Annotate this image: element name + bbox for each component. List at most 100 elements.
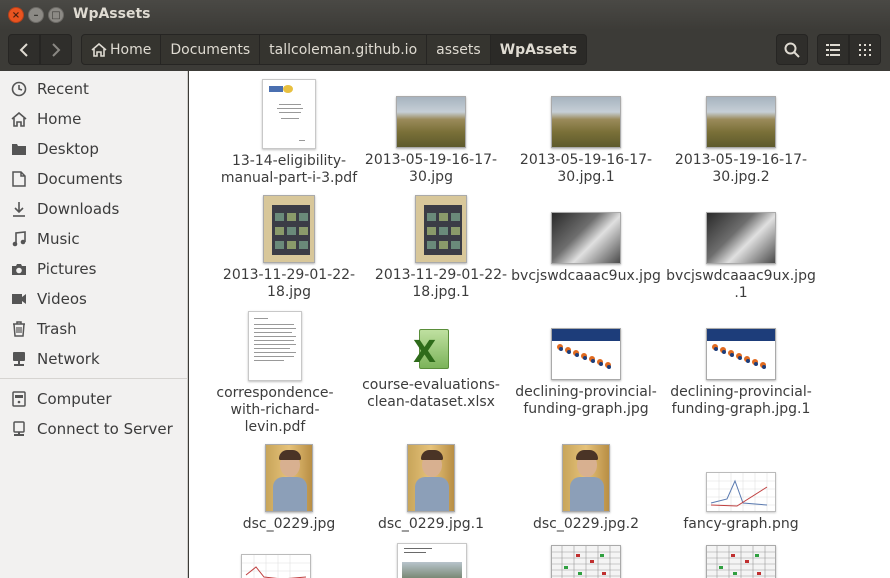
file-item[interactable]: declining-provincial-funding-graph.jpg.1	[666, 328, 816, 418]
file-name: bvcjswdcaaac9ux.jpg.1	[666, 268, 816, 301]
file-item[interactable]	[397, 543, 467, 578]
home-icon	[10, 110, 28, 128]
grid-icon	[859, 43, 871, 56]
file-item[interactable]: 13-14-eligibility-manual-part-i-3.pdf	[214, 79, 364, 187]
camera-icon	[10, 260, 28, 278]
spreadsheet-icon: X	[413, 329, 449, 373]
sidebar-item-downloads[interactable]: Downloads	[0, 195, 187, 223]
sidebar-item-recent[interactable]: Recent	[0, 75, 187, 103]
title-bar: × – □ WpAssets	[0, 0, 890, 30]
sidebar: Recent Home Desktop Documents Downloads …	[0, 71, 188, 578]
back-button[interactable]	[8, 34, 40, 65]
pdf-thumbnail	[248, 311, 302, 381]
image-thumbnail	[263, 195, 315, 263]
sidebar-divider	[0, 378, 187, 379]
breadcrumb-label: assets	[436, 41, 481, 58]
file-item[interactable]: 2013-11-29-01-22-18.jpg.1	[366, 195, 516, 301]
sidebar-item-label: Desktop	[37, 140, 99, 158]
image-thumbnail	[241, 554, 311, 578]
file-item[interactable]: dsc_0229.jpg.2	[511, 444, 661, 533]
close-window-button[interactable]: ×	[8, 7, 24, 23]
file-name: 2013-11-29-01-22-18.jpg	[222, 267, 356, 300]
file-name: course-evaluations-clean-dataset.xlsx	[362, 377, 500, 410]
file-item[interactable]	[241, 554, 311, 578]
file-item[interactable]: 2013-05-19-16-17-30.jpg.2	[666, 96, 816, 186]
sidebar-item-computer[interactable]: Computer	[0, 385, 187, 413]
sidebar-item-music[interactable]: Music	[0, 225, 187, 253]
trash-icon	[10, 320, 28, 338]
file-name: dsc_0229.jpg	[242, 516, 336, 532]
file-name: 2013-11-29-01-22-18.jpg.1	[374, 267, 508, 300]
image-thumbnail	[396, 96, 466, 148]
sidebar-item-videos[interactable]: Videos	[0, 285, 187, 313]
file-item[interactable]: X course-evaluations-clean-dataset.xlsx	[356, 329, 506, 411]
video-icon	[10, 290, 28, 308]
sidebar-item-label: Trash	[37, 320, 77, 338]
sidebar-item-label: Documents	[37, 170, 123, 188]
breadcrumb-wpassets[interactable]: WpAssets	[490, 34, 588, 65]
breadcrumb-home[interactable]: Home	[81, 34, 162, 65]
file-name: dsc_0229.jpg.2	[533, 516, 639, 532]
file-item[interactable]: 2013-11-29-01-22-18.jpg	[214, 195, 364, 301]
chevron-left-icon	[19, 42, 28, 57]
sidebar-item-label: Home	[37, 110, 82, 128]
image-thumbnail	[551, 328, 621, 380]
sidebar-item-home[interactable]: Home	[0, 105, 187, 133]
file-item[interactable]: correspondence-with-richard-levin.pdf	[201, 311, 349, 436]
home-icon	[91, 42, 107, 57]
chevron-right-icon	[52, 42, 61, 57]
sidebar-item-documents[interactable]: Documents	[0, 165, 187, 193]
list-icon	[826, 43, 840, 56]
toolbar: Home Documents tallcoleman.github.io ass…	[0, 30, 890, 71]
network-icon	[10, 350, 28, 368]
file-item[interactable]: dsc_0229.jpg.1	[356, 444, 506, 533]
breadcrumb-label: Documents	[170, 41, 251, 58]
image-thumbnail	[407, 444, 455, 512]
sidebar-item-desktop[interactable]: Desktop	[0, 135, 187, 163]
image-thumbnail	[706, 545, 776, 578]
grid-view-button[interactable]	[849, 34, 881, 65]
image-thumbnail	[415, 195, 467, 263]
file-item[interactable]: declining-provincial-funding-graph.jpg	[511, 328, 661, 418]
server-icon	[10, 420, 28, 438]
breadcrumb-tallcoleman[interactable]: tallcoleman.github.io	[260, 34, 428, 65]
breadcrumb-assets[interactable]: assets	[427, 34, 491, 65]
forward-button[interactable]	[40, 34, 72, 65]
file-name: declining-provincial-funding-graph.jpg	[515, 384, 657, 417]
file-name: 2013-05-19-16-17-30.jpg.2	[674, 152, 808, 185]
file-item[interactable]: fancy-graph.png	[666, 472, 816, 533]
window-title: WpAssets	[73, 6, 151, 22]
file-name: 2013-05-19-16-17-30.jpg	[364, 152, 498, 185]
breadcrumb: Home Documents tallcoleman.github.io ass…	[81, 34, 588, 65]
minimize-window-button[interactable]: –	[28, 7, 44, 23]
image-thumbnail	[562, 444, 610, 512]
file-item[interactable]	[706, 545, 776, 578]
computer-icon	[10, 390, 28, 408]
file-item[interactable]: dsc_0229.jpg	[214, 444, 364, 533]
image-thumbnail	[551, 96, 621, 148]
file-item[interactable]	[551, 545, 621, 578]
list-view-button[interactable]	[817, 34, 849, 65]
breadcrumb-label: tallcoleman.github.io	[269, 41, 418, 58]
sidebar-item-label: Computer	[37, 390, 112, 408]
file-item[interactable]: 2013-05-19-16-17-30.jpg	[356, 96, 506, 186]
file-item[interactable]: 2013-05-19-16-17-30.jpg.1	[511, 96, 661, 186]
file-item[interactable]: bvcjswdcaaac9ux.jpg	[511, 212, 661, 285]
download-icon	[10, 200, 28, 218]
pdf-thumbnail	[262, 79, 316, 149]
search-button[interactable]	[776, 34, 808, 65]
sidebar-item-label: Network	[37, 350, 100, 368]
sidebar-item-connect-to-server[interactable]: Connect to Server	[0, 415, 187, 443]
sidebar-item-label: Downloads	[37, 200, 120, 218]
sidebar-item-label: Connect to Server	[37, 420, 173, 438]
file-name: declining-provincial-funding-graph.jpg.1	[670, 384, 812, 417]
maximize-window-button[interactable]: □	[48, 7, 64, 23]
sidebar-item-trash[interactable]: Trash	[0, 315, 187, 343]
image-thumbnail	[706, 96, 776, 148]
sidebar-item-network[interactable]: Network	[0, 345, 187, 373]
breadcrumb-label: WpAssets	[499, 41, 578, 58]
file-item[interactable]: bvcjswdcaaac9ux.jpg.1	[666, 212, 816, 302]
image-thumbnail	[397, 543, 467, 578]
sidebar-item-pictures[interactable]: Pictures	[0, 255, 187, 283]
breadcrumb-documents[interactable]: Documents	[161, 34, 261, 65]
